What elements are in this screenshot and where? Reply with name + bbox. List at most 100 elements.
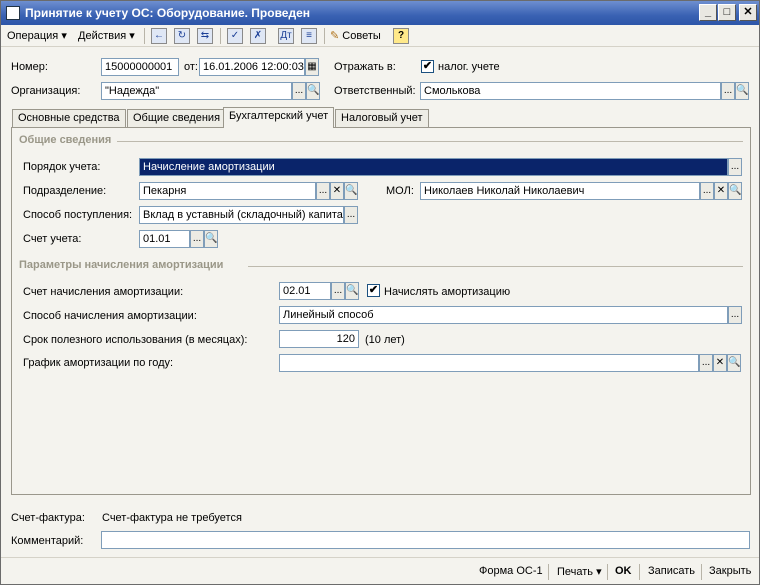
actions-menu-label: Действия	[78, 30, 127, 42]
close-window-button[interactable]: ✕	[739, 4, 757, 21]
window-title: Принятие к учету ОС: Оборудование. Прове…	[25, 6, 310, 20]
search-icon[interactable]: 🔍	[727, 354, 741, 372]
accrue-depreciation-checkbox[interactable]: ✔	[367, 284, 380, 297]
clear-icon[interactable]: ✕	[330, 182, 344, 200]
useful-life-field[interactable]: 120	[279, 330, 359, 348]
toolbar-separator	[220, 28, 221, 44]
tab-tax-accounting[interactable]: Налоговый учет	[335, 109, 429, 127]
print-menu[interactable]: Печать ▾	[557, 565, 602, 578]
toolbar-separator	[144, 28, 145, 44]
receipt-method-select-button[interactable]: ...	[344, 206, 358, 224]
depreciation-method-field[interactable]: Линейный способ	[279, 306, 728, 324]
tax-accounting-label: налог. учете	[438, 61, 500, 73]
reflect-label: Отражать в:	[334, 61, 396, 73]
calendar-icon[interactable]: ▦	[305, 58, 319, 76]
swap-icon[interactable]: ⇆	[197, 28, 213, 44]
clear-icon[interactable]: ✕	[714, 182, 728, 200]
mol-select-button[interactable]: ...	[700, 182, 714, 200]
tab-accounting[interactable]: Бухгалтерский учет	[223, 107, 335, 128]
depreciation-schedule-field[interactable]	[279, 354, 699, 372]
help-icon[interactable]: ?	[393, 28, 409, 44]
organization-field[interactable]: "Надежда"	[101, 82, 292, 100]
depreciation-account-label: Счет начисления амортизации:	[23, 286, 184, 298]
tips-button[interactable]: ✎ Советы	[330, 28, 381, 44]
depreciation-account-field[interactable]: 02.01	[279, 282, 331, 300]
account-select-button[interactable]: ...	[190, 230, 204, 248]
tax-accounting-checkbox[interactable]: ✔	[421, 60, 434, 73]
move-left-icon[interactable]: ←	[151, 28, 167, 44]
title-bar: Принятие к учету ОС: Оборудование. Прове…	[1, 1, 759, 25]
department-label: Подразделение:	[23, 185, 107, 197]
search-icon[interactable]: 🔍	[344, 182, 358, 200]
comment-field[interactable]	[101, 531, 750, 549]
tips-label: Советы	[342, 30, 381, 42]
clear-icon[interactable]: ✕	[713, 354, 727, 372]
search-icon[interactable]: 🔍	[204, 230, 218, 248]
useful-life-label: Срок полезного использования (в месяцах)…	[23, 334, 248, 346]
search-icon[interactable]: 🔍	[728, 182, 742, 200]
accounting-order-label: Порядок учета:	[23, 161, 101, 173]
footer-separator	[639, 564, 640, 580]
responsible-field[interactable]: Смолькова	[420, 82, 721, 100]
document-window: Принятие к учету ОС: Оборудование. Прове…	[0, 0, 760, 585]
operation-menu-label: Операция	[7, 30, 59, 42]
receipt-method-label: Способ поступления:	[23, 209, 133, 221]
maximize-button[interactable]: □	[718, 4, 736, 21]
receipt-method-field[interactable]: Вклад в уставный (складочный) капитал	[139, 206, 344, 224]
depreciation-schedule-select-button[interactable]: ...	[699, 354, 713, 372]
organization-label: Организация:	[11, 85, 81, 97]
depreciation-method-label: Способ начисления амортизации:	[23, 310, 197, 322]
debit-credit-icon[interactable]: Дт	[278, 28, 294, 44]
account-field[interactable]: 01.01	[139, 230, 190, 248]
minimize-button[interactable]: _	[699, 4, 717, 21]
footer-separator	[701, 564, 702, 580]
account-label: Счет учета:	[23, 233, 82, 245]
operation-menu[interactable]: Операция ▾	[7, 28, 67, 44]
accrue-depreciation-label: Начислять амортизацию	[384, 286, 511, 298]
close-button[interactable]: Закрыть	[709, 565, 751, 577]
section-divider	[117, 141, 743, 142]
useful-life-note: (10 лет)	[365, 334, 405, 346]
responsible-select-button[interactable]: ...	[721, 82, 735, 100]
section-divider	[248, 266, 743, 267]
refresh-icon[interactable]: ↻	[174, 28, 190, 44]
tab-fixed-assets[interactable]: Основные средства	[12, 109, 126, 127]
department-field[interactable]: Пекарня	[139, 182, 316, 200]
chevron-down-icon: ▾	[596, 566, 602, 578]
document-icon	[6, 6, 20, 20]
depreciation-method-select-button[interactable]: ...	[728, 306, 742, 324]
responsible-label: Ответственный:	[334, 85, 416, 97]
invoice-status: Счет-фактура не требуется	[102, 512, 242, 524]
depreciation-section-title: Параметры начисления амортизации	[19, 259, 224, 271]
post-document-icon[interactable]: ✓	[227, 28, 243, 44]
search-icon[interactable]: 🔍	[306, 82, 320, 100]
save-button[interactable]: Записать	[648, 565, 695, 577]
structure-icon[interactable]: ≡	[301, 28, 317, 44]
tab-general-info[interactable]: Общие сведения	[127, 109, 227, 127]
ok-button[interactable]: OK	[615, 565, 632, 577]
accounting-order-select-button[interactable]: ...	[728, 158, 742, 176]
depreciation-account-select-button[interactable]: ...	[331, 282, 345, 300]
actions-menu[interactable]: Действия ▾	[78, 28, 135, 44]
depreciation-schedule-label: График амортизации по году:	[23, 357, 174, 369]
toolbar: Операция ▾ Действия ▾ ← ↻ ⇆ ✓ ✗ Дт ≡ ✎ С…	[1, 25, 759, 47]
footer-bar: Форма ОС-1 Печать ▾ OK Записать Закрыть	[1, 557, 759, 585]
accounting-order-field[interactable]: Начисление амортизации	[139, 158, 728, 176]
form-os1-button[interactable]: Форма ОС-1	[479, 565, 543, 577]
footer-separator	[548, 564, 549, 580]
chevron-down-icon: ▾	[61, 30, 67, 42]
number-field[interactable]: 15000000001	[101, 58, 179, 76]
date-label: от:	[184, 61, 198, 73]
date-field[interactable]: 16.01.2006 12:00:03	[199, 58, 305, 76]
mol-field[interactable]: Николаев Николай Николаевич	[420, 182, 700, 200]
number-label: Номер:	[11, 61, 48, 73]
search-icon[interactable]: 🔍	[735, 82, 749, 100]
comment-label: Комментарий:	[11, 535, 84, 547]
invoice-label: Счет-фактура:	[11, 512, 85, 524]
search-icon[interactable]: 🔍	[345, 282, 359, 300]
department-select-button[interactable]: ...	[316, 182, 330, 200]
organization-select-button[interactable]: ...	[292, 82, 306, 100]
mol-label: МОЛ:	[386, 185, 414, 197]
tips-icon: ✎	[330, 30, 340, 42]
unpost-document-icon[interactable]: ✗	[250, 28, 266, 44]
